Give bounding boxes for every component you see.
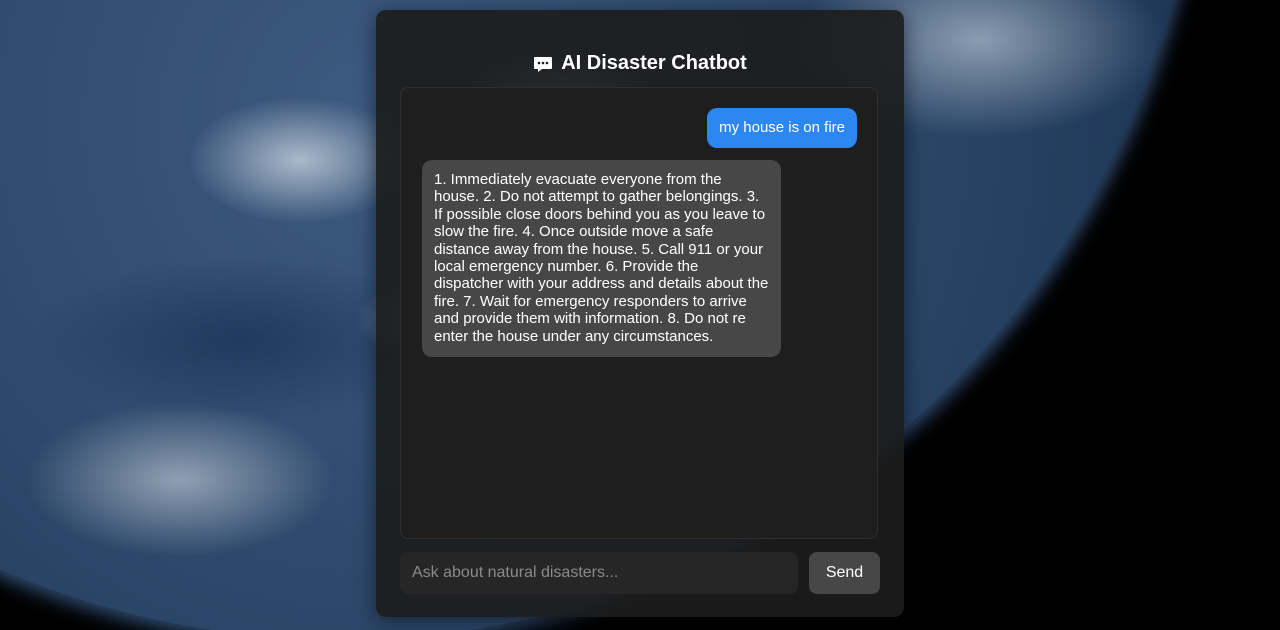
page-title: AI Disaster Chatbot <box>561 52 747 74</box>
input-row: Send <box>400 552 880 594</box>
user-message: my house is on fire <box>707 108 857 148</box>
app-header: AI Disaster Chatbot <box>376 52 904 75</box>
message-input[interactable] <box>400 552 798 594</box>
chatbot-panel: AI Disaster Chatbot my house is on fire … <box>376 10 904 617</box>
bot-message: 1. Immediately evacuate everyone from th… <box>422 160 781 358</box>
send-button[interactable]: Send <box>809 552 880 594</box>
chat-log[interactable]: my house is on fire 1. Immediately evacu… <box>400 87 878 539</box>
chat-bubble-icon <box>534 56 553 72</box>
